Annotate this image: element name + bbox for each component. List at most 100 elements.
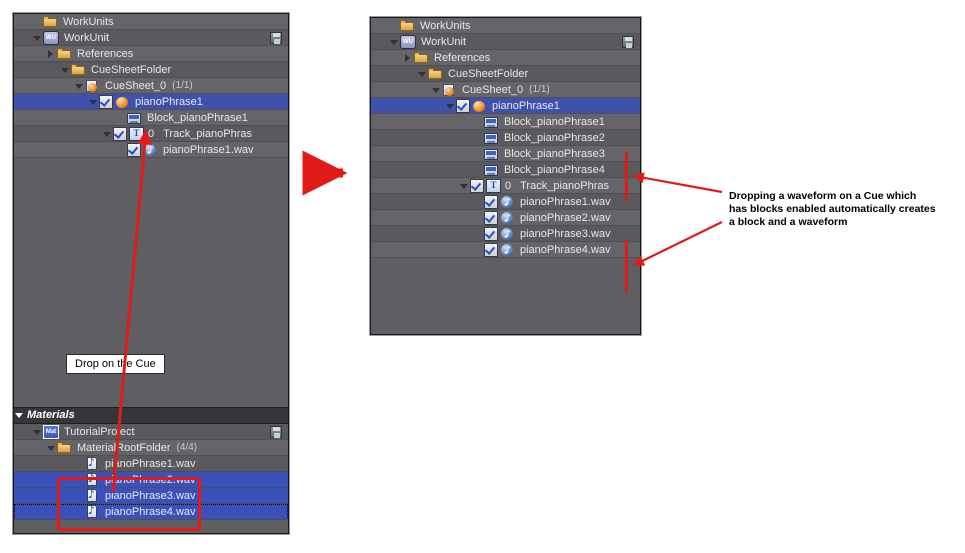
track-number: 0 bbox=[148, 128, 155, 140]
tree-row-label: CueSheet_0 bbox=[462, 84, 524, 96]
checkbox-checked[interactable] bbox=[484, 243, 498, 257]
folder-icon bbox=[428, 67, 443, 81]
checkbox-checked[interactable] bbox=[456, 99, 470, 113]
waveform-icon bbox=[143, 143, 158, 157]
chevron-down-icon[interactable] bbox=[459, 178, 470, 194]
chevron-down-icon[interactable] bbox=[88, 94, 99, 110]
tree-row[interactable]: CueSheetFolder bbox=[371, 66, 640, 82]
waveform-icon bbox=[500, 243, 515, 257]
tree-row[interactable]: T 0 Track_pianoPhras bbox=[14, 126, 288, 142]
tree-row-label: pianoPhrase1.wav bbox=[163, 144, 254, 156]
track-icon: T bbox=[486, 179, 501, 193]
row-divider bbox=[371, 257, 640, 258]
chevron-down-icon[interactable] bbox=[14, 408, 27, 424]
tree-row[interactable]: MaterialRootFolder (4/4) bbox=[14, 440, 288, 456]
tree-row[interactable]: CueSheet_0 (1/1) bbox=[371, 82, 640, 98]
checkbox-checked[interactable] bbox=[470, 179, 484, 193]
chevron-placeholder bbox=[473, 130, 484, 146]
work-units-tree[interactable]: WorkUnits WU WorkUnit References CueSheetFol… bbox=[14, 14, 288, 407]
block-icon bbox=[127, 111, 142, 125]
tree-row[interactable]: Block_pianoPhrase3 bbox=[371, 146, 640, 162]
tree-row[interactable]: T 0 Track_pianoPhras bbox=[371, 178, 640, 194]
tree-row[interactable]: pianoPhrase3.wav bbox=[371, 226, 640, 242]
selection-highlight-rect bbox=[57, 477, 201, 531]
folder-icon bbox=[57, 441, 72, 455]
chevron-down-icon[interactable] bbox=[60, 62, 71, 78]
chevron-placeholder bbox=[473, 242, 484, 258]
tree-row[interactable]: pianoPhrase1.wav bbox=[371, 194, 640, 210]
tree-row[interactable]: WU WorkUnit bbox=[371, 34, 640, 50]
tree-row[interactable]: Block_pianoPhrase1 bbox=[14, 110, 288, 126]
checkbox-checked[interactable] bbox=[99, 95, 113, 109]
chevron-down-icon[interactable] bbox=[74, 78, 85, 94]
chevron-placeholder bbox=[389, 18, 400, 34]
block-icon bbox=[484, 163, 499, 177]
checkbox-checked[interactable] bbox=[113, 127, 127, 141]
tree-row-count: (4/4) bbox=[176, 442, 198, 453]
tree-row-label: CueSheet_0 bbox=[105, 80, 167, 92]
tree-row-label: WorkUnit bbox=[421, 36, 467, 48]
tree-row[interactable]: CueSheet_0 (1/1) bbox=[14, 78, 288, 94]
tree-row-label: Block_pianoPhrase1 bbox=[147, 112, 248, 124]
tree-row[interactable]: pianoPhrase2.wav bbox=[371, 210, 640, 226]
materials-section-header[interactable]: Materials bbox=[14, 407, 288, 424]
folder-icon bbox=[43, 15, 58, 29]
tree-row[interactable]: References bbox=[371, 50, 640, 66]
tree-row-label: WorkUnits bbox=[63, 16, 114, 28]
annotation-leader-waveforms bbox=[633, 221, 723, 266]
tree-row-label: pianoPhrase4.wav bbox=[520, 244, 611, 256]
tree-row[interactable]: WorkUnits bbox=[14, 14, 288, 30]
workunit-badge-icon: WU bbox=[43, 31, 59, 45]
chevron-down-icon[interactable] bbox=[46, 440, 57, 456]
save-icon[interactable] bbox=[622, 36, 634, 48]
checkbox-checked[interactable] bbox=[484, 195, 498, 209]
wavfile-icon bbox=[85, 455, 100, 471]
chevron-down-icon[interactable] bbox=[32, 424, 43, 440]
tree-row[interactable]: CueSheetFolder bbox=[14, 62, 288, 78]
checkbox-checked[interactable] bbox=[484, 227, 498, 241]
tree-row-label: pianoPhrase3.wav bbox=[520, 228, 611, 240]
chevron-placeholder bbox=[473, 114, 484, 130]
waveform-icon bbox=[500, 211, 515, 225]
chevron-down-icon[interactable] bbox=[417, 66, 428, 82]
tree-row[interactable]: Block_pianoPhrase4 bbox=[371, 162, 640, 178]
save-icon[interactable] bbox=[270, 426, 282, 438]
chevron-down-icon[interactable] bbox=[102, 126, 113, 142]
tree-row[interactable]: pianoPhrase1.wav bbox=[14, 455, 288, 472]
chevron-down-icon[interactable] bbox=[32, 30, 43, 46]
tree-row[interactable]: Mat TutorialProject bbox=[14, 424, 288, 440]
tree-row[interactable]: Block_pianoPhrase2 bbox=[371, 130, 640, 146]
chevron-down-icon[interactable] bbox=[431, 82, 442, 98]
chevron-placeholder bbox=[74, 456, 85, 472]
save-icon[interactable] bbox=[270, 32, 282, 44]
tree-row[interactable]: pianoPhrase1 bbox=[371, 98, 640, 114]
tree-row[interactable]: pianoPhrase1.wav bbox=[14, 142, 288, 158]
chevron-placeholder bbox=[116, 110, 127, 126]
chevron-down-icon[interactable] bbox=[445, 98, 456, 114]
block-icon bbox=[484, 115, 499, 129]
chevron-right-icon[interactable] bbox=[46, 46, 57, 62]
tree-row-label: TutorialProject bbox=[64, 426, 135, 438]
annotation-leader-blocks bbox=[632, 172, 723, 194]
work-units-tree-result[interactable]: WorkUnits WU WorkUnit References CueSheetFol… bbox=[371, 18, 640, 258]
tree-row[interactable]: pianoPhrase1 bbox=[14, 94, 288, 110]
chevron-right-icon[interactable] bbox=[403, 50, 414, 66]
tree-row[interactable]: Block_pianoPhrase1 bbox=[371, 114, 640, 130]
cuesheet-icon bbox=[442, 83, 457, 97]
annotation-line-2: has blocks enabled automatically creates bbox=[729, 203, 936, 215]
work-units-panel-after[interactable]: WorkUnits WU WorkUnit References CueSheetFol… bbox=[370, 17, 641, 335]
tree-row-label: pianoPhrase1 bbox=[135, 96, 203, 108]
tree-row-label: Block_pianoPhrase4 bbox=[504, 164, 605, 176]
checkbox-checked[interactable] bbox=[484, 211, 498, 225]
row-divider bbox=[14, 157, 288, 158]
tree-row[interactable]: pianoPhrase4.wav bbox=[371, 242, 640, 258]
tree-row-label: MaterialRootFolder bbox=[77, 442, 171, 454]
chevron-down-icon[interactable] bbox=[389, 34, 400, 50]
tree-row[interactable]: References bbox=[14, 46, 288, 62]
checkbox-checked[interactable] bbox=[127, 143, 141, 157]
tree-row[interactable]: WU WorkUnit bbox=[14, 30, 288, 46]
work-units-panel-before[interactable]: WorkUnits WU WorkUnit References CueSheetFol… bbox=[13, 13, 289, 534]
materials-section-label: Materials bbox=[27, 409, 75, 421]
tree-row[interactable]: WorkUnits bbox=[371, 18, 640, 34]
tree-row-label: CueSheetFolder bbox=[448, 68, 529, 80]
